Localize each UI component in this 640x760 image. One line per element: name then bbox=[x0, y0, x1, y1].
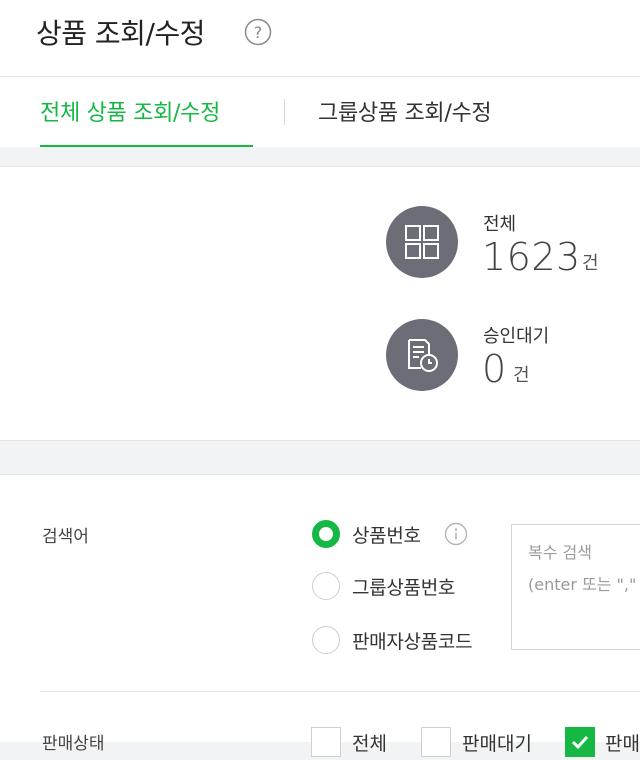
radio-product-number-label[interactable]: 상품번호 bbox=[352, 521, 421, 548]
checkbox-status-waiting-label[interactable]: 판매대기 bbox=[462, 729, 532, 756]
sale-status-label: 판매상태 bbox=[42, 734, 105, 754]
stats-panel: 전체 1623 건 승인대기 0 건 bbox=[0, 166, 640, 441]
checkbox-status-all[interactable] bbox=[311, 727, 341, 757]
checkbox-status-on-sale-label[interactable]: 판매중 bbox=[605, 729, 640, 756]
stat-total-value[interactable]: 1623 bbox=[482, 235, 581, 279]
tab-all-products[interactable]: 전체 상품 조회/수정 bbox=[40, 95, 220, 127]
checkbox-status-on-sale[interactable] bbox=[565, 727, 595, 757]
stat-pending-value[interactable]: 0 bbox=[482, 347, 507, 391]
radio-group-product-number[interactable] bbox=[312, 572, 340, 600]
active-tab-indicator bbox=[40, 145, 253, 147]
checkbox-status-waiting[interactable] bbox=[421, 727, 451, 757]
stat-pending-unit: 건 bbox=[513, 365, 530, 386]
keyword-label: 검색어 bbox=[42, 527, 89, 547]
stat-pending-label: 승인대기 bbox=[483, 326, 550, 347]
tab-group-products[interactable]: 그룹상품 조회/수정 bbox=[318, 95, 492, 127]
radio-seller-product-code[interactable] bbox=[312, 626, 340, 654]
checkbox-status-all-label[interactable]: 전체 bbox=[352, 729, 387, 756]
checkmark-icon bbox=[571, 735, 589, 750]
tab-bar: 전체 상품 조회/수정 그룹상품 조회/수정 bbox=[0, 77, 640, 147]
radio-seller-product-code-label[interactable]: 판매자상품코드 bbox=[352, 627, 473, 654]
section-divider bbox=[40, 691, 640, 692]
tab-divider bbox=[284, 99, 285, 125]
document-clock-icon bbox=[408, 339, 438, 372]
stat-total-icon-circle[interactable] bbox=[386, 206, 458, 278]
multi-search-textarea[interactable]: 복수 검색 (enter 또는 "," bbox=[511, 524, 640, 650]
page-title: 상품 조회/수정 bbox=[36, 17, 205, 50]
stat-total-unit: 건 bbox=[582, 253, 599, 274]
radio-product-number[interactable] bbox=[312, 520, 340, 548]
grid-icon bbox=[405, 225, 439, 259]
radio-group-product-number-label[interactable]: 그룹상품번호 bbox=[352, 573, 455, 600]
search-panel: 검색어 상품번호 그룹상품번호 판매자상품코드 복수 검색 (enter 또는 … bbox=[0, 474, 640, 757]
stat-total-label: 전체 bbox=[483, 214, 517, 235]
question-circle-icon[interactable]: ? bbox=[244, 18, 272, 46]
textarea-placeholder-line1: 복수 검색 bbox=[528, 543, 592, 562]
info-icon[interactable] bbox=[444, 522, 468, 546]
page-header: 상품 조회/수정 ? bbox=[0, 0, 640, 77]
stat-pending-icon-circle[interactable] bbox=[386, 319, 458, 391]
textarea-placeholder-line2: (enter 또는 "," bbox=[528, 575, 637, 594]
svg-text:?: ? bbox=[254, 23, 263, 42]
